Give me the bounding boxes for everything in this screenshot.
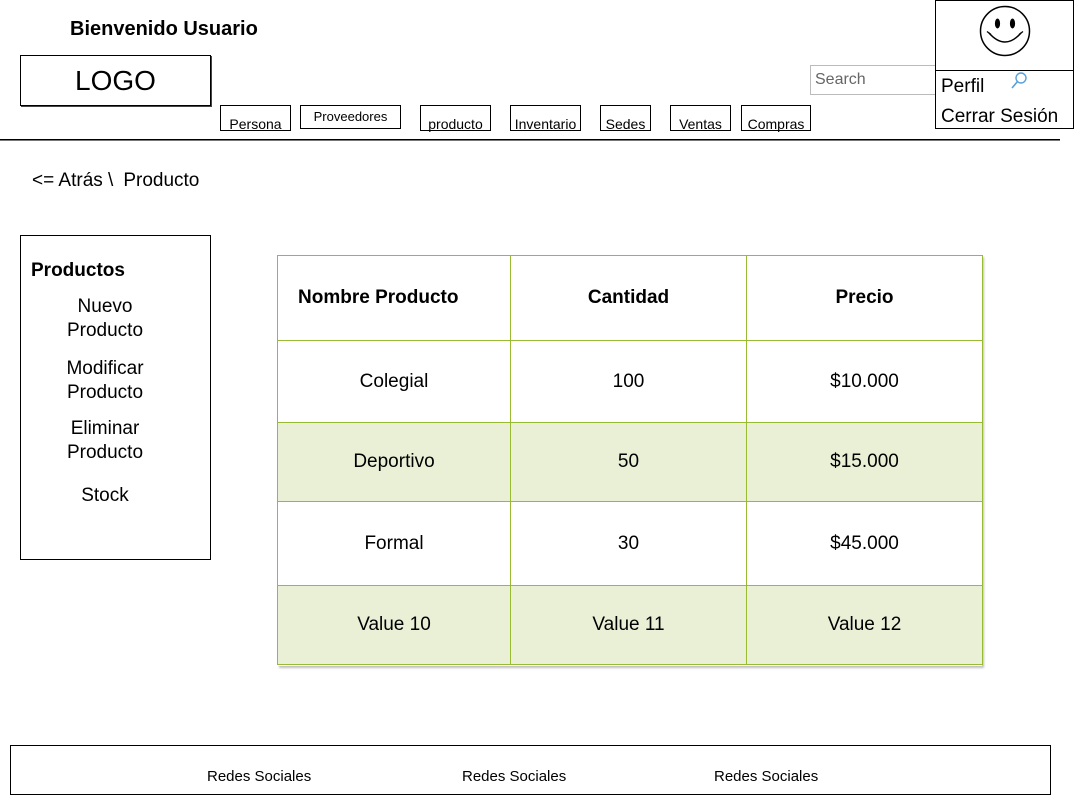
sidebar-title: Productos (31, 260, 125, 281)
table-row[interactable]: Deportivo 50 $15.000 (277, 422, 983, 502)
table-cell: Value 11 (510, 585, 747, 665)
table-row[interactable]: Value 10 Value 11 Value 12 (277, 585, 983, 665)
search-icon[interactable] (1010, 71, 1028, 91)
search-input[interactable] (815, 71, 935, 89)
profile-link[interactable]: Perfil (941, 76, 984, 98)
table-cell: 30 (510, 501, 747, 586)
column-header[interactable]: Precio (746, 255, 983, 341)
sidebar-item-nuevo-producto[interactable]: Nuevo Producto (20, 295, 190, 343)
column-header[interactable]: Cantidad (510, 255, 747, 341)
footer-link-redes-sociales[interactable]: Redes Sociales (714, 768, 818, 785)
table-cell: $10.000 (746, 340, 983, 423)
table-cell: Formal (277, 501, 511, 586)
tab-proveedores[interactable]: Proveedores (300, 105, 401, 129)
table-cell: Value 12 (746, 585, 983, 665)
tab-inventario[interactable]: Inventario (510, 105, 581, 132)
tab-compras[interactable]: Compras (741, 105, 811, 132)
sidebar-item-label: Stock (81, 485, 129, 506)
header-divider (0, 139, 1060, 141)
tab-label: Ventas (679, 116, 722, 132)
sidebar-item-eliminar-producto[interactable]: Eliminar Producto (20, 417, 190, 465)
user-panel-divider (935, 70, 1074, 71)
logout-link[interactable]: Cerrar Sesión (941, 106, 1058, 128)
table-cell: $45.000 (746, 501, 983, 586)
breadcrumb-current: Producto (123, 170, 200, 191)
table-row[interactable]: Formal 30 $45.000 (277, 501, 983, 586)
welcome-title: Bienvenido Usuario (70, 18, 258, 40)
tab-sedes[interactable]: Sedes (600, 105, 651, 132)
column-header[interactable]: Nombre Producto (277, 255, 511, 341)
table-cell: Colegial (277, 340, 511, 423)
table-cell: $15.000 (746, 422, 983, 502)
back-link[interactable]: <= Atrás \ (32, 170, 113, 192)
avatar[interactable] (979, 5, 1031, 57)
breadcrumb: <= Atrás \ Producto (32, 170, 199, 192)
sidebar-item-label: Nuevo Producto (66, 296, 144, 341)
product-table: Nombre Producto Cantidad Precio Colegial… (277, 255, 983, 666)
tab-producto[interactable]: producto (420, 105, 491, 132)
footer-link-redes-sociales[interactable]: Redes Sociales (462, 768, 566, 785)
sidebar-item-label: Modificar Producto (66, 358, 144, 403)
logo: LOGO (20, 55, 211, 106)
smiley-icon (979, 5, 1031, 57)
table-header-row: Nombre Producto Cantidad Precio (277, 255, 983, 341)
tab-persona[interactable]: Persona (220, 105, 291, 132)
footer-link-redes-sociales[interactable]: Redes Sociales (207, 768, 311, 785)
tab-label: Proveedores (313, 109, 388, 124)
table-cell: Deportivo (277, 422, 511, 502)
tab-label: Sedes (605, 116, 646, 132)
table-row[interactable]: Colegial 100 $10.000 (277, 340, 983, 423)
table-cell: Value 10 (277, 585, 511, 665)
sidebar-item-modificar-producto[interactable]: Modificar Producto (20, 357, 190, 405)
sidebar-item-stock[interactable]: Stock (20, 484, 190, 508)
table-cell: 50 (510, 422, 747, 502)
sidebar-item-label: Eliminar Producto (66, 418, 144, 463)
table-cell: 100 (510, 340, 747, 423)
tab-label: Persona (229, 116, 282, 132)
tab-label: producto (428, 116, 483, 132)
tab-ventas[interactable]: Ventas (670, 105, 731, 132)
tab-label: Inventario (514, 116, 577, 132)
tab-label: Compras (747, 116, 805, 132)
